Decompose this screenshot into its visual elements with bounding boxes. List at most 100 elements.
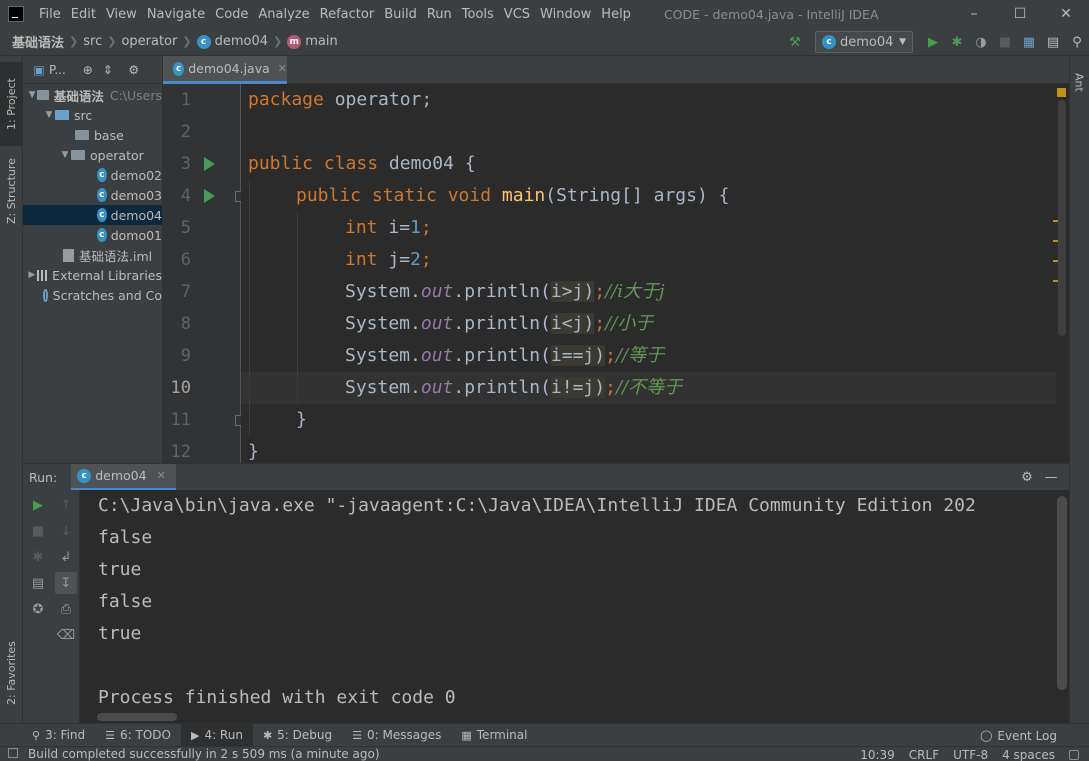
tool-find-label: 3: Find [45,728,86,742]
tool-run[interactable]: ▶ 4: Run [180,723,253,747]
gear-icon[interactable]: ⚙ [1015,466,1039,490]
caret-position[interactable]: 10:39 [860,748,895,761]
menu-run[interactable]: Run [422,7,457,22]
search-icon: ⚲ [32,728,41,742]
menu-build[interactable]: Build [379,7,422,22]
line-separator[interactable]: CRLF [909,748,939,761]
menu-navigate[interactable]: Navigate [142,7,210,22]
tree-item-iml[interactable]: 基础语法.iml [23,245,162,265]
locate-icon[interactable]: ⊕ [78,60,98,80]
breadcrumb-src[interactable]: src [83,34,102,49]
menu-refactor[interactable]: Refactor [315,7,380,22]
run-main-gutter-icon[interactable] [204,189,215,203]
collapse-all-icon[interactable]: ⇕ [98,60,118,80]
console-scrollbar-thumb[interactable] [1057,496,1067,690]
print-icon[interactable]: ⎙ [55,598,77,620]
status-message[interactable]: Build completed successfully in 2 s 509 … [28,747,380,761]
maximize-icon[interactable]: ☐ [997,0,1043,28]
tool-terminal[interactable]: ▦ Terminal [451,724,537,747]
minimize-icon[interactable]: – [951,0,997,28]
close-tab-icon[interactable]: ✕ [278,62,287,75]
tool-todo-label: 6: TODO [120,728,171,742]
menu-analyze[interactable]: Analyze [253,7,314,22]
breadcrumb-project[interactable]: 基础语法 [12,32,64,51]
tab-structure[interactable]: Z: Structure [0,148,23,234]
project-structure-icon[interactable]: ▦ [1017,30,1041,54]
rerun-icon[interactable]: ▶ [27,494,49,516]
chevron-down-icon[interactable]: ▼ [27,90,37,100]
trash-icon[interactable]: ⌫ [55,624,77,646]
code-text: } [296,409,307,430]
menu-edit[interactable]: Edit [66,7,101,22]
hide-panel-icon[interactable]: — [1039,466,1063,490]
menu-vcs[interactable]: VCS [499,7,535,22]
line-number: 8 [180,314,191,334]
status-panel-toggle-icon[interactable] [8,748,18,758]
tree-item-base[interactable]: base [23,125,162,145]
close-icon[interactable]: ✕ [1043,0,1089,28]
file-encoding[interactable]: UTF-8 [953,748,988,761]
menu-code[interactable]: Code [210,7,253,22]
tab-ant[interactable]: Ant [1069,62,1089,102]
scroll-to-end-icon[interactable]: ↧ [55,572,77,594]
chevron-down-icon[interactable]: ▼ [59,150,71,160]
gear-icon[interactable]: ⚙ [124,60,144,80]
tree-item-scratches[interactable]: Scratches and Co [23,285,162,305]
arrow-up-icon[interactable]: ↑ [55,494,77,516]
tab-project[interactable]: 1: Project [0,62,23,146]
editor-marker-bar[interactable] [1053,84,1069,463]
project-view-dropdown[interactable]: P... [49,63,66,77]
tool-event-log[interactable]: ◯ Event Log [980,724,1057,747]
menu-file[interactable]: File [34,7,66,22]
tool-messages[interactable]: ☰ 0: Messages [342,724,451,747]
soft-wrap-icon[interactable]: ↲ [55,546,77,568]
debug-icon[interactable]: ✱ [27,546,49,568]
code-editor[interactable]: package operator; public class demo04 { … [241,84,1056,463]
debug-icon[interactable]: ✱ [945,30,969,54]
breadcrumb-package[interactable]: operator [121,34,177,49]
coverage-icon[interactable]: ◑ [969,30,993,54]
search-icon[interactable]: ⚲ [1065,30,1089,54]
menu-tools[interactable]: Tools [457,7,499,22]
menu-help[interactable]: Help [596,7,636,22]
layout-icon[interactable]: ▤ [27,572,49,594]
chevron-right-icon[interactable]: ▶ [27,270,37,280]
tree-item-demo02[interactable]: c demo02 [23,165,162,185]
tool-todo[interactable]: ☰ 6: TODO [95,724,181,747]
tree-item-domo01[interactable]: c domo01 [23,225,162,245]
tool-debug[interactable]: ✱ 5: Debug [253,724,342,747]
code-line-9: System.out.println(i==j);//等于 [345,340,664,372]
menu-window[interactable]: Window [535,7,596,22]
editor-scrollbar-thumb[interactable] [1058,100,1066,336]
tree-item-project-root[interactable]: ▼ 基础语法 C:\Users [23,85,162,105]
run-icon[interactable]: ▶ [921,30,945,54]
stop-icon[interactable]: ■ [27,520,49,542]
tool-find[interactable]: ⚲ 3: Find [22,724,95,747]
pin-icon[interactable]: ✪ [27,598,49,620]
lock-icon[interactable] [1069,749,1079,760]
stop-icon[interactable]: ■ [993,30,1017,54]
tab-favorites[interactable]: 2: Favorites [0,628,23,718]
menu-view[interactable]: View [101,7,142,22]
run-configuration-dropdown[interactable]: c demo04 ▼ [815,31,913,53]
close-tab-icon[interactable]: ✕ [157,469,166,482]
warning-indicator-icon[interactable] [1057,88,1066,97]
tree-item-src[interactable]: ▼ src [23,105,162,125]
run-console[interactable]: C:\Java\bin\java.exe "-javaagent:C:\Java… [79,490,1056,723]
breadcrumb-method[interactable]: main [305,34,337,49]
breadcrumb-class[interactable]: demo04 [215,34,268,49]
run-tab-demo04[interactable]: c demo04 ✕ [71,463,176,491]
tree-item-demo03[interactable]: c demo03 [23,185,162,205]
tree-item-external-libraries[interactable]: ▶ External Libraries [23,265,162,285]
run-class-gutter-icon[interactable] [204,157,215,171]
tree-item-operator[interactable]: ▼ operator [23,145,162,165]
editor-tab-demo04[interactable]: c demo04.java ✕ [163,56,287,84]
tree-item-demo04[interactable]: c demo04 [23,205,162,225]
tab-project-label: 1: Project [5,78,18,130]
console-horizontal-scrollbar[interactable] [97,713,177,721]
indent-setting[interactable]: 4 spaces [1002,748,1055,761]
build-hammer-icon[interactable]: ⚒ [783,30,807,54]
arrow-down-icon[interactable]: ↓ [55,520,77,542]
chevron-down-icon[interactable]: ▼ [43,110,55,120]
terminal-layout-icon[interactable]: ▤ [1041,30,1065,54]
